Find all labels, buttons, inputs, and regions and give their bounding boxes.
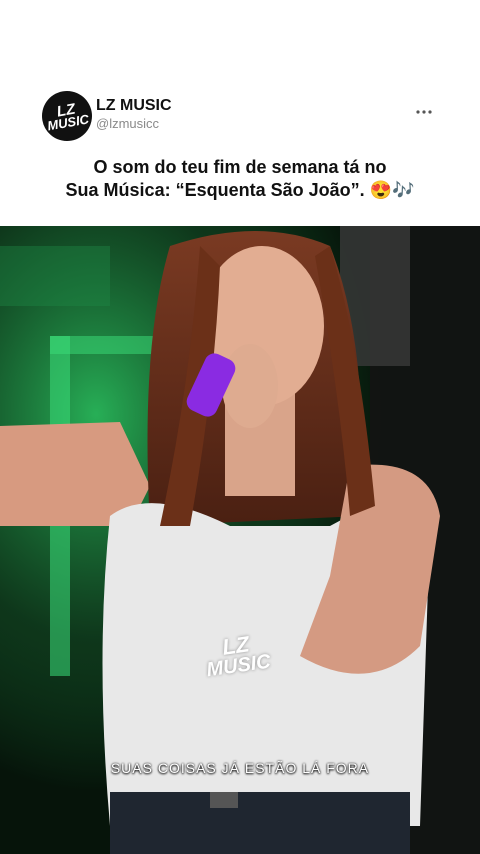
avatar[interactable]: LZ MUSIC: [38, 87, 96, 145]
caption-line-1: O som do teu fim de semana tá no: [93, 157, 387, 177]
account-name[interactable]: LZ MUSIC: [96, 97, 172, 115]
post-header: LZ MUSIC LZ MUSIC @lzmusicc O som do teu…: [0, 0, 480, 226]
video-watermark-logo: LZ MUSIC: [203, 631, 272, 681]
video-player[interactable]: LZ MUSIC SUAS COISAS JÁ ESTÃO LÁ FORA: [0, 226, 480, 854]
caption-line-2: Sua Música: “Esquenta São João”. 😍🎶: [65, 180, 415, 200]
more-horizontal-icon[interactable]: [412, 100, 436, 124]
avatar-logo-text-2: MUSIC: [46, 110, 90, 133]
account-handle[interactable]: @lzmusicc: [96, 116, 159, 131]
post-caption: O som do teu fim de semana tá no Sua Mús…: [20, 156, 460, 202]
video-subtitle: SUAS COISAS JÁ ESTÃO LÁ FORA: [110, 760, 370, 776]
